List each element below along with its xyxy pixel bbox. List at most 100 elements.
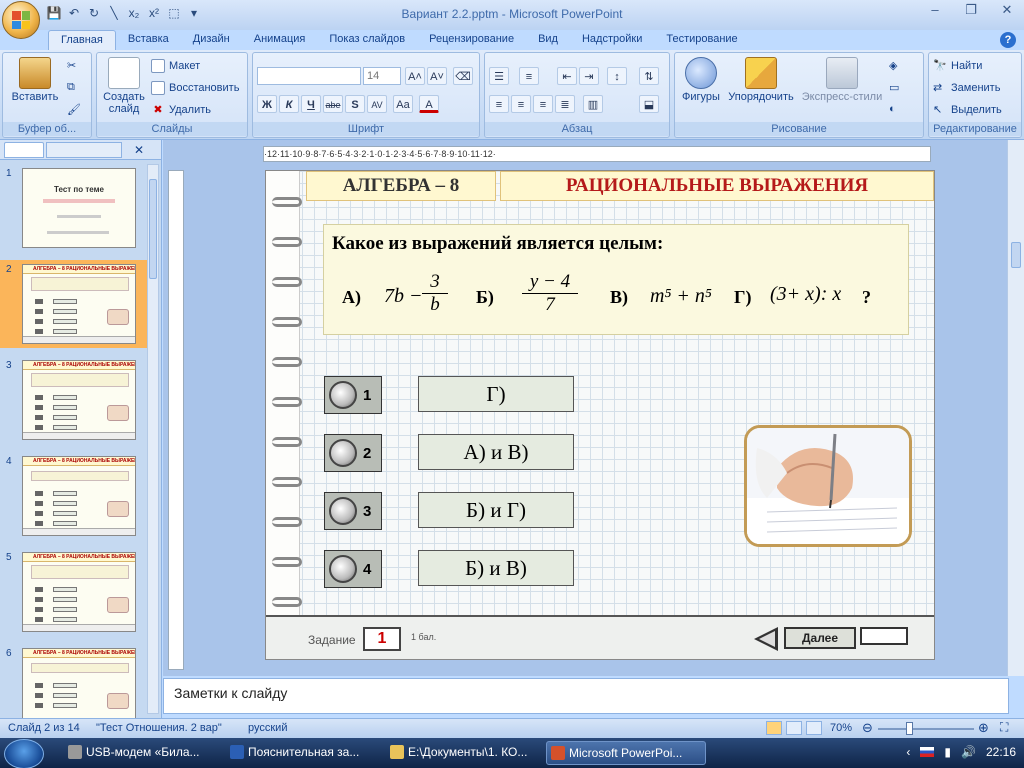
tab-slideshow[interactable]: Показ слайдов (317, 30, 417, 50)
change-case-button[interactable]: Aa (393, 95, 413, 113)
font-color-button[interactable]: A (419, 95, 439, 113)
copy-icon[interactable]: ⧉ (67, 81, 75, 94)
taskbar-item-modem[interactable]: USB-модем «Била... (64, 741, 214, 765)
underline-button[interactable]: Ч (301, 95, 321, 113)
columns-icon[interactable]: ▥ (583, 95, 603, 113)
office-button[interactable] (2, 1, 40, 39)
delete-button[interactable]: ✖ Удалить (151, 103, 211, 117)
answer-option-4[interactable]: Б) и В) (418, 550, 574, 586)
tab-testing[interactable]: Тестирование (654, 30, 749, 50)
shadow-button[interactable]: S (345, 95, 365, 113)
format-painter-icon[interactable]: 🖌 (67, 103, 81, 116)
answer-radio-3[interactable]: 3 (324, 492, 382, 530)
tab-home[interactable]: Главная (48, 30, 116, 50)
cut-icon[interactable]: ✂ (67, 59, 76, 72)
arrange-button[interactable]: Упорядочить (725, 57, 797, 103)
taskbar-item-explorer[interactable]: E:\Документы\1. КО... (386, 741, 536, 765)
slide-thumbnail[interactable]: 5 АЛГЕБРА – 8 РАЦИОНАЛЬНЫЕ ВЫРАЖЕНИЯ (0, 548, 150, 636)
zoom-level[interactable]: 70% (830, 722, 852, 734)
start-button[interactable] (4, 739, 44, 768)
paste-button[interactable]: Вставить (9, 57, 61, 103)
strikethrough-button[interactable]: abe (323, 95, 343, 113)
notes-pane[interactable]: Заметки к слайду (163, 678, 1009, 714)
new-slide-button[interactable]: Создать слайд (99, 57, 149, 115)
slideshow-view-icon[interactable] (806, 721, 822, 735)
back-arrow-icon[interactable] (754, 627, 778, 651)
clear-format-icon[interactable]: ⌫ (453, 67, 473, 85)
slide-thumbnail[interactable]: 3 АЛГЕБРА – 8 РАЦИОНАЛЬНЫЕ ВЫРАЖЕНИЯ (0, 356, 150, 444)
editor-vertical-scrollbar[interactable] (1007, 140, 1024, 676)
tab-insert[interactable]: Вставка (116, 30, 181, 50)
tab-outline[interactable] (46, 141, 122, 158)
increase-indent-icon[interactable]: ⇥ (579, 67, 599, 85)
justify-icon[interactable]: ≣ (555, 95, 575, 113)
zoom-slider-thumb[interactable] (906, 722, 913, 735)
align-text-icon[interactable]: ⬓ (639, 95, 659, 113)
close-icon[interactable]: ✕ (134, 143, 144, 157)
answer-option-2[interactable]: А) и В) (418, 434, 574, 470)
maximize-icon[interactable]: ❐ (960, 2, 982, 18)
shapes-button[interactable]: Фигуры (679, 57, 723, 103)
taskbar-item-powerpoint[interactable]: Microsoft PowerPoi... (546, 741, 706, 765)
taskbar-item-word[interactable]: Пояснительная за... (226, 741, 376, 765)
zoom-slider[interactable] (878, 728, 974, 730)
decrease-indent-icon[interactable]: ⇤ (557, 67, 577, 85)
align-right-icon[interactable]: ≡ (533, 95, 553, 113)
slide-canvas[interactable]: АЛГЕБРА – 8 РАЦИОНАЛЬНЫЕ ВЫРАЖЕНИЯ Какое… (265, 170, 935, 660)
find-button[interactable]: 🔭 Найти (933, 59, 982, 73)
tab-design[interactable]: Дизайн (181, 30, 242, 50)
slide-thumbnail[interactable]: 1 Тест по теме (0, 164, 150, 252)
normal-view-icon[interactable] (766, 721, 782, 735)
numbering-icon[interactable]: ≡ (519, 67, 539, 85)
grow-font-icon[interactable]: A˄ (405, 67, 425, 85)
shape-effects-icon[interactable]: ◐ (889, 103, 896, 115)
volume-icon[interactable]: 🔊 (961, 745, 976, 759)
layout-button[interactable]: Макет (151, 59, 200, 73)
chevron-left-icon[interactable]: ‹ (906, 745, 910, 759)
quick-styles-button[interactable]: Экспресс-стили (799, 57, 885, 103)
bold-button[interactable]: Ж (257, 95, 277, 113)
italic-button[interactable]: К (279, 95, 299, 113)
font-size-combo[interactable]: 14 (363, 67, 401, 85)
answer-radio-2[interactable]: 2 (324, 434, 382, 472)
answer-radio-1[interactable]: 1 (324, 376, 382, 414)
align-left-icon[interactable]: ≡ (489, 95, 509, 113)
tab-animation[interactable]: Анимация (242, 30, 318, 50)
tab-slides-thumbnails[interactable] (4, 141, 44, 158)
minimize-icon[interactable]: ‒ (924, 2, 946, 18)
help-icon[interactable]: ? (1000, 32, 1016, 48)
shrink-font-icon[interactable]: A˅ (427, 67, 447, 85)
answer-radio-4[interactable]: 4 (324, 550, 382, 588)
fit-to-window-icon[interactable]: ⛶ (1000, 720, 1008, 735)
zoom-in-icon[interactable]: ⊕ (978, 720, 989, 736)
shape-fill-icon[interactable]: ◈ (889, 59, 897, 72)
char-spacing-button[interactable]: AV (367, 95, 387, 113)
answer-option-1[interactable]: Г) (418, 376, 574, 412)
clock[interactable]: 22:16 (986, 745, 1016, 759)
answer-option-3[interactable]: Б) и Г) (418, 492, 574, 528)
tab-addins[interactable]: Надстройки (570, 30, 654, 50)
tab-view[interactable]: Вид (526, 30, 570, 50)
reset-button[interactable]: Восстановить (151, 81, 239, 95)
slide-sorter-icon[interactable] (786, 721, 802, 735)
language-flag-icon[interactable] (920, 747, 935, 757)
shape-outline-icon[interactable]: ▭ (889, 81, 899, 94)
align-center-icon[interactable]: ≡ (511, 95, 531, 113)
next-button[interactable]: Далее (784, 627, 856, 649)
zoom-out-icon[interactable]: ⊖ (862, 720, 873, 736)
line-spacing-icon[interactable]: ↕ (607, 67, 627, 85)
close-icon[interactable]: ✕ (996, 2, 1018, 18)
replace-button[interactable]: ⇄ Заменить (933, 81, 1000, 95)
text-direction-icon[interactable]: ⇅ (639, 67, 659, 85)
slide-thumbnail-active[interactable]: 2 АЛГЕБРА – 8 РАЦИОНАЛЬНЫЕ ВЫРАЖЕНИЯ (0, 260, 150, 348)
slide-thumbnail[interactable]: 4 АЛГЕБРА – 8 РАЦИОНАЛЬНЫЕ ВЫРАЖЕНИЯ (0, 452, 150, 540)
bullets-icon[interactable]: ☰ (489, 67, 509, 85)
slides-pane-scrollbar[interactable] (147, 164, 159, 714)
scrollbar-thumb[interactable] (1011, 242, 1021, 268)
tab-review[interactable]: Рецензирование (417, 30, 526, 50)
scrollbar-thumb[interactable] (149, 179, 157, 279)
signal-icon[interactable]: ▮ (944, 745, 951, 759)
font-name-combo[interactable] (257, 67, 361, 85)
language-indicator[interactable]: русский (248, 722, 287, 734)
select-button[interactable]: ↖ Выделить (933, 103, 1002, 117)
